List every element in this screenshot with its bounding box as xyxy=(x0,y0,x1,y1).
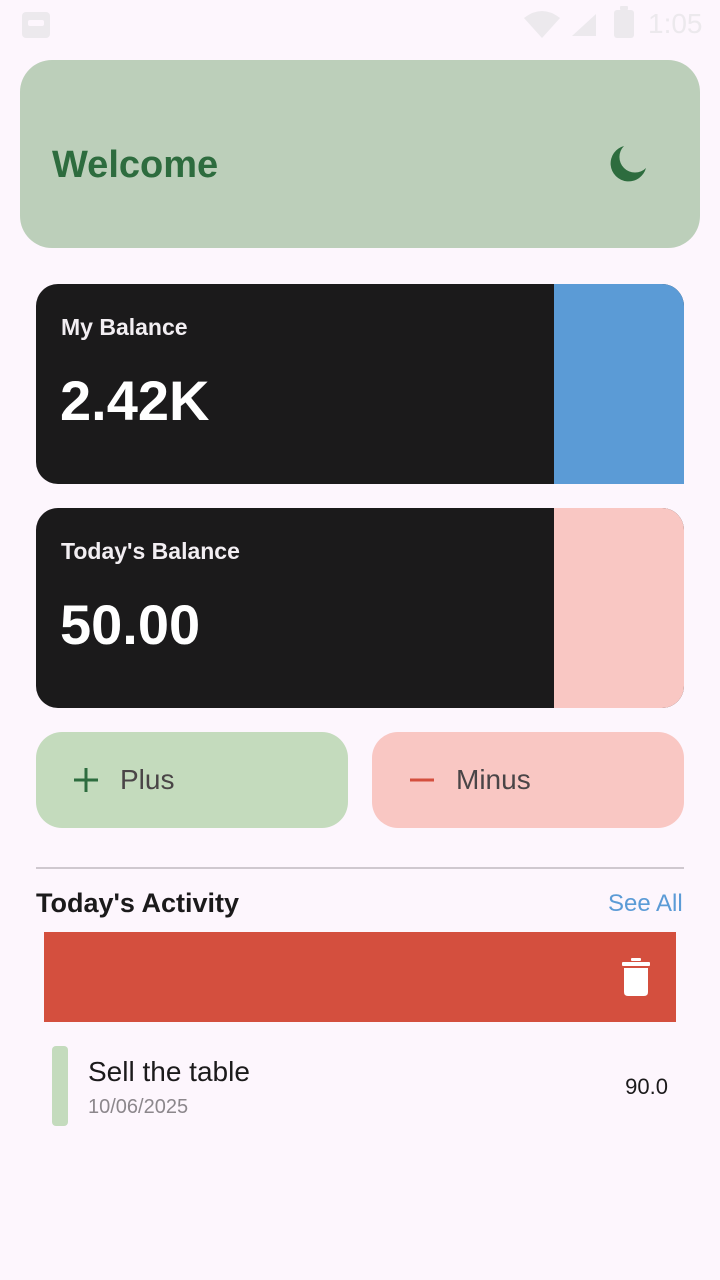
moon-icon[interactable] xyxy=(608,144,648,184)
plus-button[interactable]: Plus xyxy=(36,732,348,828)
todays-balance-card: Today's Balance 50.00 xyxy=(36,508,684,708)
page-title: Welcome xyxy=(52,144,219,186)
activity-title: Today's Activity xyxy=(36,888,239,918)
my-balance-card: My Balance 2.42K xyxy=(36,284,684,484)
divider xyxy=(36,867,684,869)
plus-button-label: Plus xyxy=(120,764,175,795)
my-balance-accent xyxy=(554,284,684,484)
list-item-date: 10/06/2025 xyxy=(88,1096,189,1118)
see-all-link[interactable]: See All xyxy=(608,890,683,918)
signal-icon xyxy=(572,14,596,36)
battery-icon xyxy=(614,6,634,38)
todays-balance-value: 50.00 xyxy=(60,593,201,656)
todays-balance-accent xyxy=(554,508,684,708)
list-item-amount: 90.0 xyxy=(625,1074,668,1099)
status-time: 1:05 xyxy=(648,8,703,39)
trash-icon[interactable] xyxy=(620,958,652,996)
notification-app-icon xyxy=(22,12,50,38)
income-indicator xyxy=(52,1046,68,1126)
minus-button-label: Minus xyxy=(456,764,531,795)
my-balance-value: 2.42K xyxy=(60,369,210,432)
welcome-header: Welcome xyxy=(20,60,700,248)
plus-icon xyxy=(74,768,98,792)
minus-button[interactable]: Minus xyxy=(372,732,684,828)
list-item-title: Sell the table xyxy=(88,1056,250,1087)
minus-icon xyxy=(410,778,434,782)
swipe-delete-background[interactable] xyxy=(44,932,676,1022)
list-item[interactable]: Sell the table 10/06/2025 90.0 xyxy=(44,1038,676,1134)
wifi-icon xyxy=(524,11,560,38)
todays-balance-label: Today's Balance xyxy=(61,538,240,564)
status-bar: 1:05 xyxy=(0,0,720,48)
my-balance-label: My Balance xyxy=(61,314,188,340)
